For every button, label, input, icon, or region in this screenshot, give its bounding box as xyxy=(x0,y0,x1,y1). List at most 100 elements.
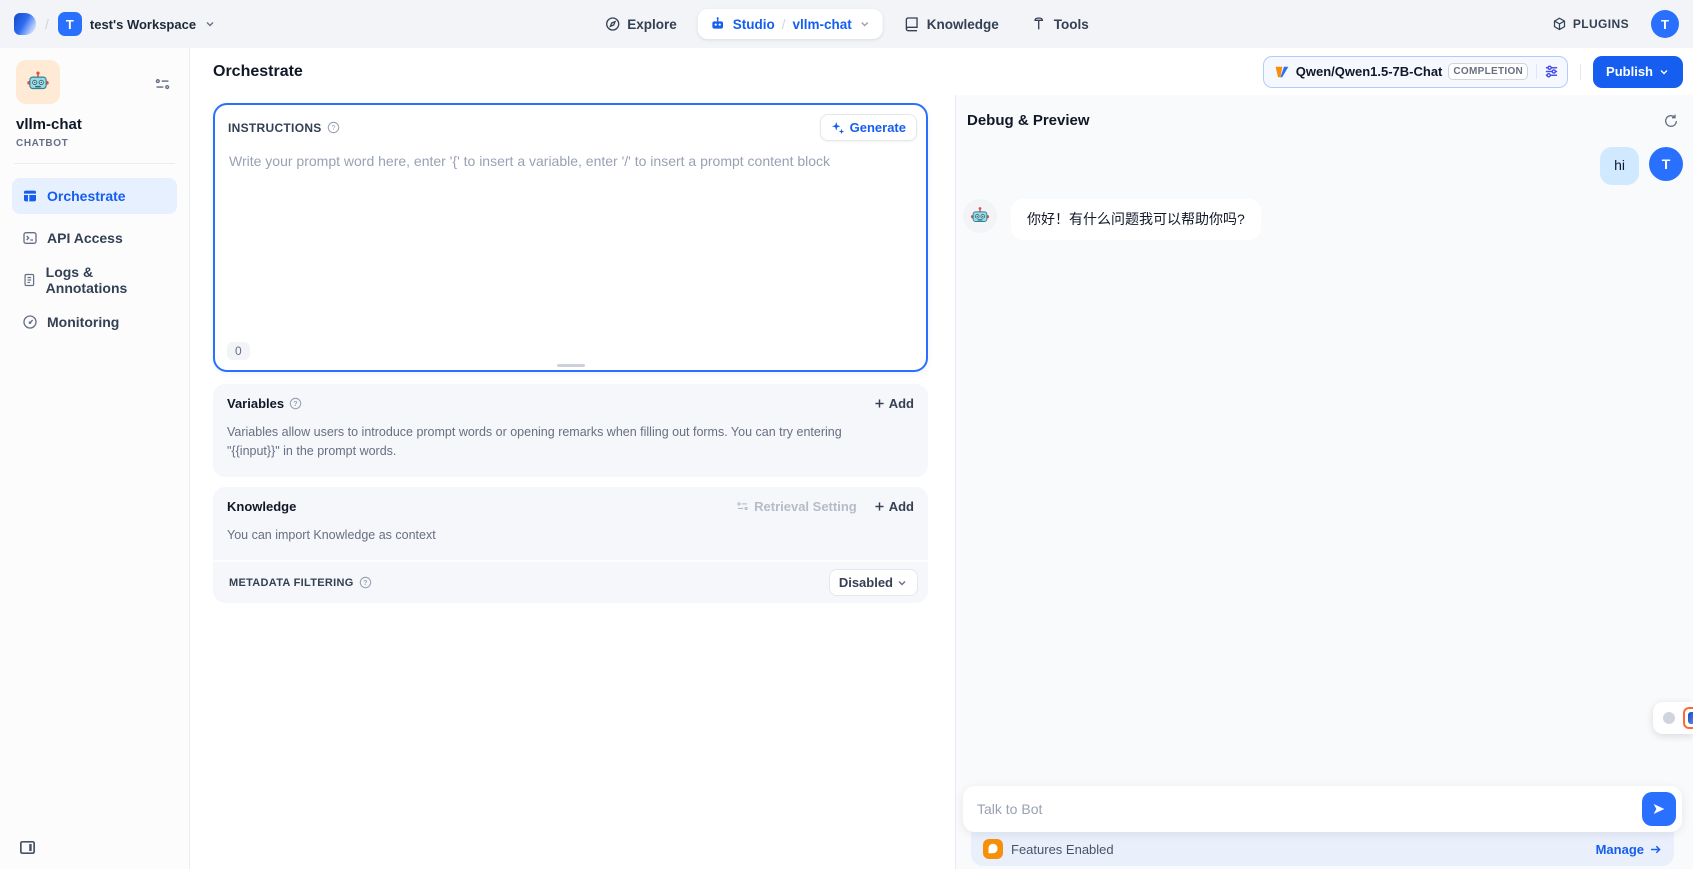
manage-features-link[interactable]: Manage xyxy=(1596,842,1662,857)
add-variable-button[interactable]: Add xyxy=(873,396,914,411)
app-sidebar: vllm-chat CHATBOT Orchestrate API Access… xyxy=(0,48,190,869)
header-divider xyxy=(1580,64,1581,80)
gauge-icon xyxy=(22,314,38,330)
sidebar-nav: Orchestrate API Access Logs & Annotation… xyxy=(12,178,177,340)
model-name: Qwen/Qwen1.5-7B-Chat xyxy=(1296,64,1443,79)
features-label: Features Enabled xyxy=(1011,842,1114,857)
knowledge-actions: Retrieval Setting Add xyxy=(736,499,914,514)
chat-input[interactable] xyxy=(963,786,1682,832)
sidebar-item-api-access[interactable]: API Access xyxy=(12,220,177,256)
knowledge-title: Knowledge xyxy=(227,499,296,514)
retrieval-setting-button[interactable]: Retrieval Setting xyxy=(736,499,857,514)
page-title: Orchestrate xyxy=(213,63,303,81)
sidebar-divider xyxy=(14,163,175,164)
metadata-filtering-title: METADATA FILTERING ? xyxy=(229,576,372,589)
app-type-label: CHATBOT xyxy=(16,138,177,149)
book-icon xyxy=(904,16,920,32)
metadata-filtering-row: METADATA FILTERING ? Disabled xyxy=(213,560,928,603)
topbar-right: PLUGINS T xyxy=(1544,10,1679,38)
nav-studio-current-app[interactable]: Studio / vllm-chat xyxy=(698,9,883,39)
metadata-filtering-title-text: METADATA FILTERING xyxy=(229,577,354,589)
features-icon xyxy=(983,839,1003,859)
main-header-actions: Qwen/Qwen1.5-7B-Chat COMPLETION Publish xyxy=(1263,56,1683,88)
variables-description: Variables allow users to introduce promp… xyxy=(213,417,861,477)
variables-actions: Add xyxy=(873,396,914,411)
knowledge-description: You can import Knowledge as context xyxy=(213,520,861,560)
app-operations-button[interactable] xyxy=(150,72,175,97)
assistant-avatar xyxy=(963,199,997,233)
generate-button[interactable]: Generate xyxy=(820,114,917,141)
add-knowledge-button[interactable]: Add xyxy=(873,499,914,514)
workspace-avatar: T xyxy=(58,12,82,36)
help-icon[interactable]: ? xyxy=(289,397,302,410)
help-icon[interactable]: ? xyxy=(327,121,340,134)
panel-right-icon xyxy=(18,838,37,857)
sidebar-item-monitoring[interactable]: Monitoring xyxy=(12,304,177,340)
generate-label: Generate xyxy=(850,120,906,135)
sparkles-icon xyxy=(831,121,845,135)
chat-input-area: Features Enabled Manage xyxy=(956,786,1693,869)
floating-widget[interactable] xyxy=(1653,702,1693,734)
manage-label: Manage xyxy=(1596,842,1644,857)
publish-button[interactable]: Publish xyxy=(1593,56,1683,88)
hammer-icon xyxy=(1031,16,1047,32)
model-selector[interactable]: Qwen/Qwen1.5-7B-Chat COMPLETION xyxy=(1263,56,1568,88)
nav-knowledge[interactable]: Knowledge xyxy=(893,9,1010,39)
chevron-down-icon xyxy=(204,18,216,30)
help-icon[interactable]: ? xyxy=(359,576,372,589)
chevron-down-icon xyxy=(1658,66,1670,78)
robot-emoji-icon xyxy=(969,205,991,227)
publish-label: Publish xyxy=(1606,64,1653,79)
dify-logo[interactable] xyxy=(14,13,36,35)
layout-grid-icon xyxy=(22,188,38,204)
chevron-down-icon xyxy=(859,18,871,30)
chat-message-list: hi T 你好！有什么问题我可以帮助你吗? xyxy=(956,139,1693,786)
chevron-down-icon xyxy=(896,577,908,589)
nav-explore[interactable]: Explore xyxy=(593,9,688,39)
sidebar-item-logs-annotations[interactable]: Logs & Annotations xyxy=(12,262,177,298)
nav-tools[interactable]: Tools xyxy=(1020,9,1100,39)
workspace-selector[interactable]: T test's Workspace xyxy=(58,12,216,36)
variables-title: Variables ? xyxy=(227,396,302,411)
chat-message-user: hi T xyxy=(963,147,1683,185)
variables-title-text: Variables xyxy=(227,396,284,411)
sidebar-item-label: Monitoring xyxy=(47,314,119,330)
metadata-filtering-value: Disabled xyxy=(839,575,893,590)
debug-preview-header: Debug & Preview xyxy=(956,95,1693,139)
chat-message-assistant: 你好！有什么问题我可以帮助你吗? xyxy=(963,199,1683,241)
workspace-name: test's Workspace xyxy=(90,17,196,32)
sidebar-item-label: Orchestrate xyxy=(47,188,126,204)
topbar: / T test's Workspace Explore Studio / vl… xyxy=(0,0,1693,48)
metadata-filtering-select[interactable]: Disabled xyxy=(829,569,918,596)
resize-handle[interactable] xyxy=(557,364,585,367)
sidebar-item-orchestrate[interactable]: Orchestrate xyxy=(12,178,177,214)
instructions-header: INSTRUCTIONS ? Generate xyxy=(215,105,926,141)
sidebar-item-label: Logs & Annotations xyxy=(46,264,167,296)
send-button[interactable] xyxy=(1642,792,1676,826)
restart-conversation-icon[interactable] xyxy=(1663,113,1679,129)
instructions-title: INSTRUCTIONS xyxy=(228,121,322,135)
instructions-panel: INSTRUCTIONS ? Generate Write your promp… xyxy=(213,103,928,372)
model-tune-icon xyxy=(1536,64,1559,79)
primary-nav: Explore Studio / vllm-chat Knowledge Too… xyxy=(593,0,1100,48)
debug-preview-panel: Debug & Preview hi T 你好 xyxy=(955,95,1693,869)
nav-studio-slash: / xyxy=(782,17,786,32)
dify-widget-icon xyxy=(1683,707,1693,729)
breadcrumb-slash: / xyxy=(45,16,49,32)
add-knowledge-label: Add xyxy=(889,499,914,514)
plugins-label: PLUGINS xyxy=(1573,17,1629,31)
app-icon[interactable] xyxy=(16,60,60,104)
assistant-message-bubble: 你好！有什么问题我可以帮助你吗? xyxy=(1011,199,1261,241)
char-count-badge: 0 xyxy=(227,342,250,360)
plugins-button[interactable]: PLUGINS xyxy=(1544,11,1637,38)
nav-knowledge-label: Knowledge xyxy=(927,17,999,32)
plus-icon xyxy=(873,500,886,513)
terminal-icon xyxy=(22,230,38,246)
robot-emoji-icon xyxy=(25,69,51,95)
svg-text:?: ? xyxy=(331,125,335,132)
nav-tools-label: Tools xyxy=(1054,17,1089,32)
app-name: vllm-chat xyxy=(16,116,177,133)
collapse-sidebar-button[interactable] xyxy=(18,838,37,857)
prompt-editor[interactable]: Write your prompt word here, enter '{' t… xyxy=(215,141,926,181)
user-avatar[interactable]: T xyxy=(1651,10,1679,38)
